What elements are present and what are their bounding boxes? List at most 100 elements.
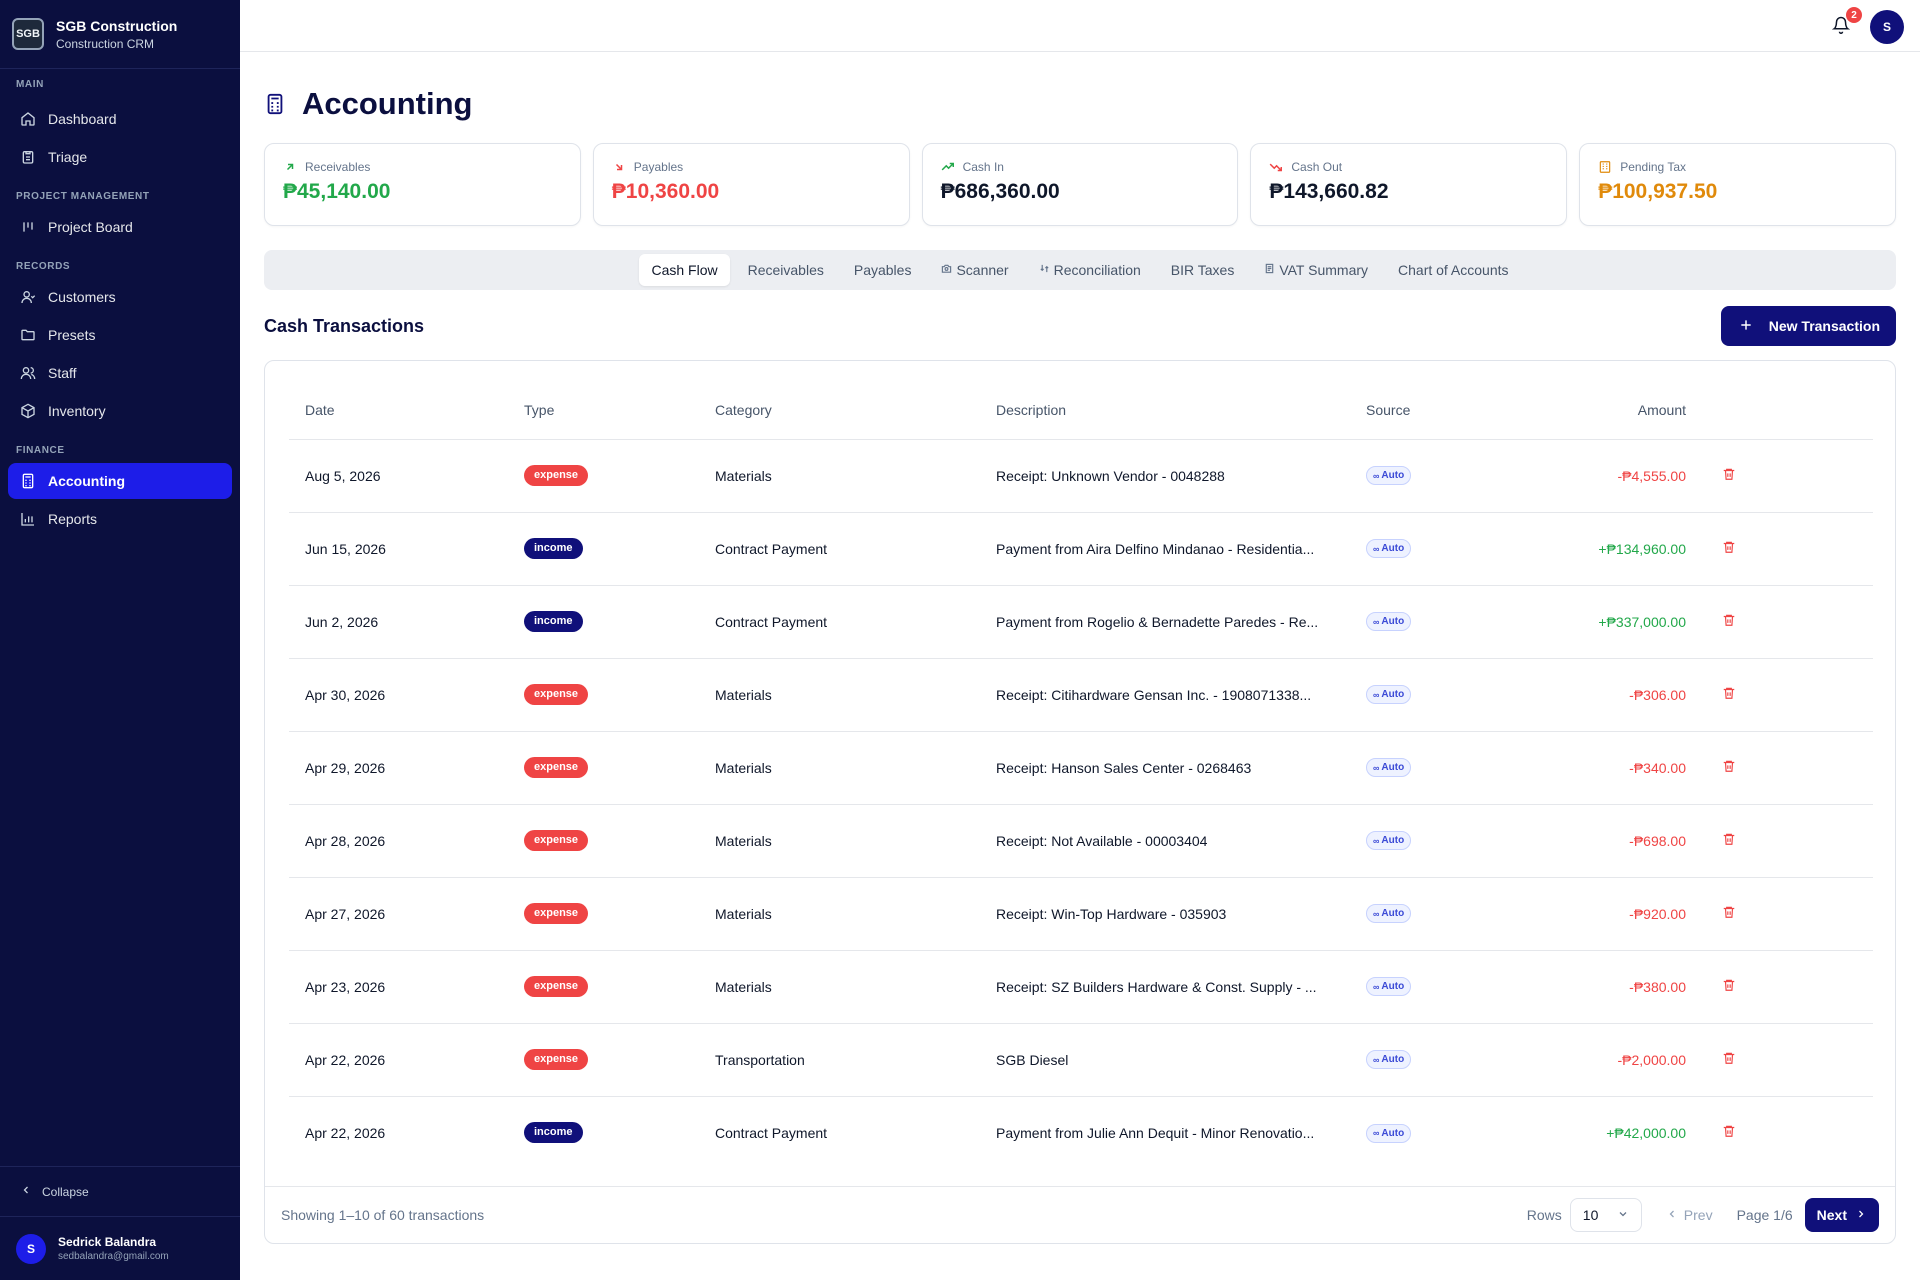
building-icon	[1598, 160, 1612, 174]
type-badge: income	[524, 538, 583, 559]
table-row[interactable]: Jun 15, 2026 income Contract Payment Paymen…	[289, 512, 1873, 586]
tab-vat-summary[interactable]: VAT Summary	[1252, 254, 1380, 286]
prev-page-button[interactable]: Prev	[1666, 1207, 1713, 1223]
source-label: Auto	[1381, 1127, 1405, 1139]
tab-bir-taxes[interactable]: BIR Taxes	[1159, 254, 1247, 286]
table-header-row: Date Type Category Description Source Am…	[289, 381, 1873, 440]
table-row[interactable]: Jun 2, 2026 income Contract Payment Payment…	[289, 585, 1873, 659]
sidebar-item-label: Triage	[48, 149, 88, 165]
cell-category: Contract Payment	[699, 512, 980, 586]
sidebar: SGB SGB Construction Construction CRM MA…	[0, 0, 240, 1280]
trash-icon[interactable]	[1722, 613, 1736, 627]
tab-label: Chart of Accounts	[1398, 262, 1509, 278]
column-header-description[interactable]: Description	[980, 381, 1350, 440]
topbar: 2 S	[240, 0, 1920, 52]
sidebar-item-staff[interactable]: Staff	[8, 355, 232, 391]
type-badge: expense	[524, 465, 589, 486]
trash-icon[interactable]	[1722, 540, 1736, 554]
trash-icon[interactable]	[1722, 467, 1736, 481]
section-title: Cash Transactions	[264, 315, 425, 336]
column-header-date[interactable]: Date	[289, 381, 508, 440]
sidebar-item-accounting[interactable]: Accounting	[8, 463, 232, 499]
column-header-type[interactable]: Type	[508, 381, 699, 440]
cell-date: Apr 22, 2026	[305, 1124, 386, 1141]
sidebar-item-customers[interactable]: Customers	[8, 279, 232, 315]
prev-label: Prev	[1683, 1207, 1713, 1223]
source-badge: ∞ Auto	[1366, 831, 1412, 851]
showing-count: Showing 1–10 of 60 transactions	[281, 1207, 485, 1223]
avatar[interactable]: S	[1870, 10, 1904, 44]
sidebar-item-project-board[interactable]: Project Board	[8, 209, 232, 245]
tab-receivables[interactable]: Receivables	[736, 254, 836, 286]
table-row[interactable]: Apr 28, 2026 expense Materials Receipt: Not…	[289, 804, 1873, 878]
stat-label: Cash Out	[1291, 160, 1343, 174]
sidebar-item-dashboard[interactable]: Dashboard	[8, 101, 232, 137]
tab-label: Cash Flow	[651, 262, 718, 278]
sidebar-item-presets[interactable]: Presets	[8, 317, 232, 353]
sidebar-item-label: Project Board	[48, 219, 133, 235]
cell-category: Materials	[699, 658, 980, 732]
next-page-button[interactable]: Next	[1804, 1198, 1879, 1232]
tab-label: Receivables	[747, 262, 824, 278]
cell-category: Materials	[699, 731, 980, 805]
column-header-category[interactable]: Category	[699, 381, 980, 440]
trash-icon[interactable]	[1722, 686, 1736, 700]
cell-amount: +₱134,960.00	[1510, 512, 1686, 586]
type-badge: income	[524, 611, 583, 632]
transactions-card: Date Type Category Description Source Am…	[264, 360, 1896, 1244]
source-label: Auto	[1381, 543, 1405, 555]
table-row[interactable]: Apr 27, 2026 expense Materials Receipt: Win…	[289, 877, 1873, 951]
trash-icon[interactable]	[1722, 905, 1736, 919]
source-label: Auto	[1381, 1054, 1405, 1066]
cell-category: Materials	[699, 950, 980, 1024]
cell-description: Receipt: Not Available - 00003404	[980, 804, 1350, 878]
tab-cash-flow[interactable]: Cash Flow	[639, 254, 730, 286]
table-row[interactable]: Apr 23, 2026 expense Materials Receipt: SZ …	[289, 950, 1873, 1024]
cell-description: Payment from Rogelio & Bernadette Parede…	[980, 585, 1350, 659]
sidebar-item-reports[interactable]: Reports	[8, 501, 232, 537]
type-badge: expense	[524, 830, 589, 851]
brand[interactable]: SGB SGB Construction Construction CRM	[0, 0, 240, 69]
tab-reconciliation[interactable]: Reconciliation	[1027, 254, 1153, 286]
brand-logo: SGB	[12, 18, 44, 50]
trash-icon[interactable]	[1722, 832, 1736, 846]
sidebar-item-label: Inventory	[48, 403, 106, 419]
tab-chart-of-accounts[interactable]: Chart of Accounts	[1386, 254, 1521, 286]
table-row[interactable]: Apr 22, 2026 expense Transportation SGB Die…	[289, 1023, 1873, 1097]
rows-per-page-select[interactable]: 10	[1569, 1198, 1642, 1232]
table-row[interactable]: Apr 29, 2026 expense Materials Receipt: Han…	[289, 731, 1873, 805]
table-row[interactable]: Apr 22, 2026 income Contract Payment Paymen…	[289, 1096, 1873, 1169]
stat-card-receivables: Receivables ₱45,140.00	[264, 143, 581, 226]
trash-icon[interactable]	[1722, 1124, 1736, 1138]
link-icon: ∞	[1373, 616, 1380, 627]
section-header: Cash Transactions New Transaction	[264, 306, 1896, 346]
notification-badge: 2	[1846, 7, 1862, 23]
cell-date: Apr 28, 2026	[289, 804, 508, 878]
type-badge: expense	[524, 976, 589, 997]
user-profile[interactable]: S Sedrick Balandra sedbalandra@gmail.com	[0, 1216, 240, 1280]
collapse-button[interactable]: Collapse	[0, 1166, 240, 1216]
trending-down-icon	[1269, 160, 1283, 174]
page-title: Accounting	[302, 86, 473, 121]
column-header-amount[interactable]: Amount	[1510, 381, 1686, 440]
cell-description: Receipt: Hanson Sales Center - 0268463	[980, 731, 1350, 805]
cell-date: Apr 27, 2026	[289, 877, 508, 951]
source-label: Auto	[1381, 835, 1405, 847]
sidebar-item-inventory[interactable]: Inventory	[8, 393, 232, 429]
tab-scanner[interactable]: Scanner	[929, 254, 1020, 286]
trash-icon[interactable]	[1722, 1051, 1736, 1065]
table-row[interactable]: Apr 30, 2026 expense Materials Receipt: Cit…	[289, 658, 1873, 732]
column-header-source[interactable]: Source	[1350, 381, 1510, 440]
tab-payables[interactable]: Payables	[842, 254, 924, 286]
trash-icon[interactable]	[1722, 759, 1736, 773]
type-badge: expense	[524, 684, 589, 705]
sidebar-item-label: Presets	[48, 327, 96, 343]
home-icon	[20, 111, 36, 127]
stat-card-pending-tax: Pending Tax ₱100,937.50	[1579, 143, 1896, 226]
sidebar-item-label: Accounting	[48, 473, 125, 489]
cell-amount: +₱337,000.00	[1510, 585, 1686, 659]
table-row[interactable]: Aug 5, 2026 expense Materials Receipt: Unkn…	[289, 439, 1873, 513]
new-transaction-button[interactable]: New Transaction	[1720, 306, 1896, 346]
sidebar-item-triage[interactable]: Triage	[8, 139, 232, 175]
trash-icon[interactable]	[1722, 978, 1736, 992]
